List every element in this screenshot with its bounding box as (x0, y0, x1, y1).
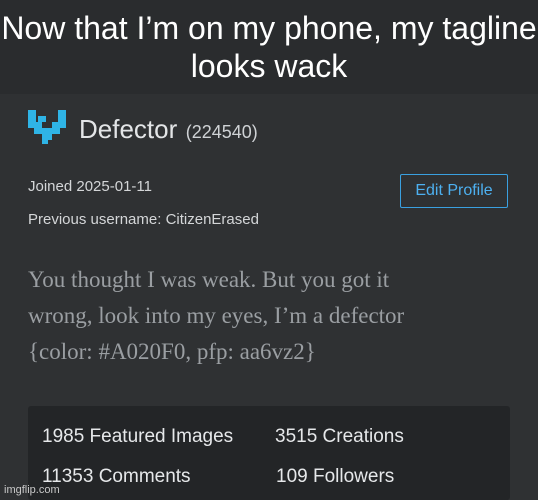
tagline-line: You thought I was weak. But you got it (28, 267, 390, 292)
meme-caption: Now that I’m on my phone, my tagline loo… (1, 10, 537, 84)
tagline-line: {color: #A020F0, pfp: aa6vz2} (28, 339, 316, 364)
stat-creations[interactable]: 3515 Creations (275, 426, 404, 448)
profile-user-id: (224540) (185, 122, 258, 142)
stat-followers[interactable]: 109 Followers (276, 466, 394, 488)
tagline-line: wrong, look into my eyes, I’m a defector (28, 303, 405, 328)
profile-screenshot: Defector (224540) Joined 2025-01-11 Prev… (8, 94, 530, 500)
profile-name-line: Defector (224540) (79, 114, 258, 145)
stat-comments[interactable]: 11353 Comments (42, 466, 191, 488)
joined-date: Joined 2025-01-11 (28, 178, 152, 195)
profile-stats-panel: 1985 Featured Images 3515 Creations 1135… (28, 406, 510, 500)
meme-caption-bar: Now that I’m on my phone, my tagline loo… (0, 0, 538, 94)
stat-featured-images[interactable]: 1985 Featured Images (42, 426, 233, 448)
pixel-y-avatar-icon (28, 110, 66, 144)
profile-username: Defector (79, 114, 178, 144)
previous-username: Previous username: CitizenErased (28, 211, 259, 228)
edit-profile-button[interactable]: Edit Profile (400, 174, 508, 208)
profile-tagline: You thought I was weak. But you got it w… (28, 262, 508, 370)
imgflip-watermark: imgflip.com (4, 484, 60, 496)
